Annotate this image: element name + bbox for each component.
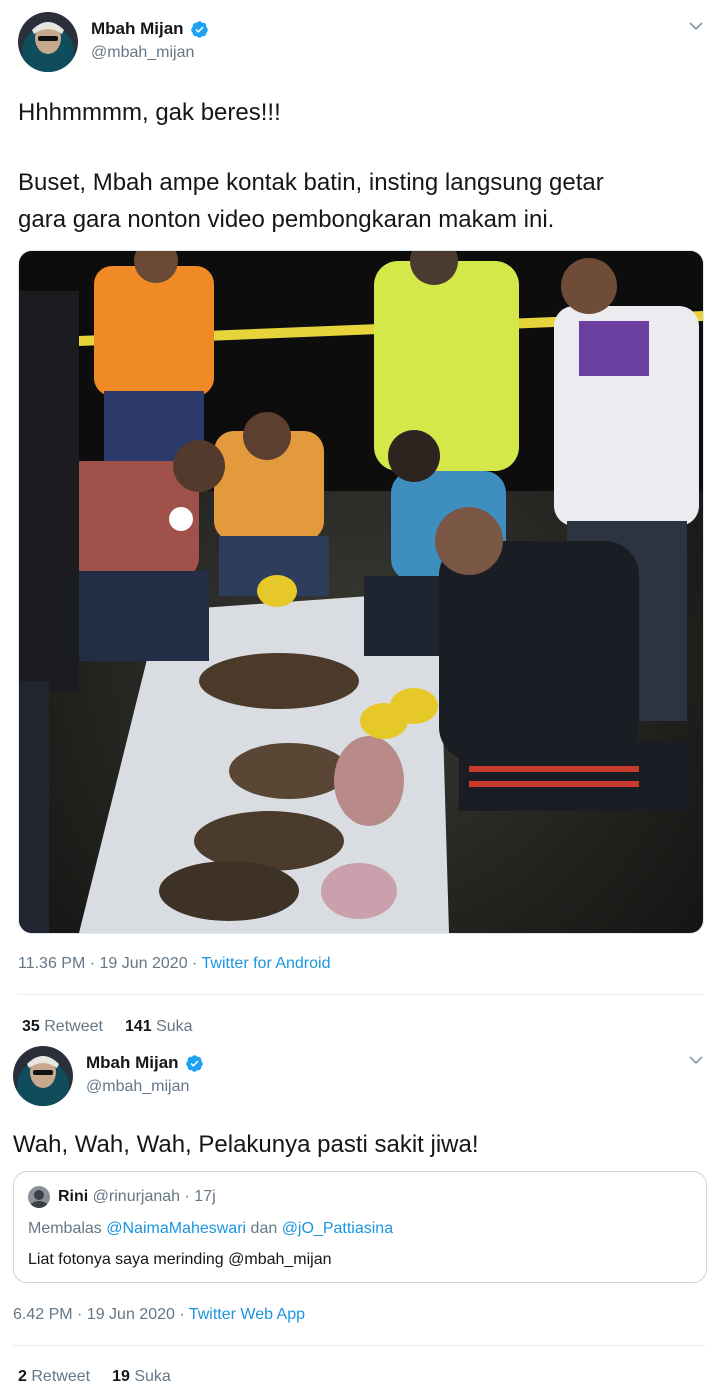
quoted-author: Rini @rinurjanah · 17j	[58, 1188, 216, 1206]
reply-mention-2[interactable]: @jO_Pattiasina	[282, 1220, 393, 1237]
engagement-stats: 35 Retweet 141 Suka	[22, 1018, 193, 1036]
tweet-1: Mbah Mijan @mbah_mijan Hhhmmmm, gak bere…	[0, 0, 720, 1048]
tweet-timestamp: 11.36 PM · 19 Jun 2020 · Twitter for And…	[18, 955, 330, 973]
tweet-text-line-1: Hhhmmmm, gak beres!!!	[18, 99, 281, 126]
verified-badge-icon	[185, 1054, 203, 1072]
tweet-text-line-2: Buset, Mbah ampe kontak batin, insting l…	[18, 169, 604, 196]
verified-badge-icon	[190, 20, 208, 38]
retweet-count[interactable]: 2 Retweet	[18, 1368, 90, 1386]
avatar[interactable]	[13, 1046, 73, 1106]
exhumation-photo-illustration	[19, 251, 703, 933]
like-count[interactable]: 19 Suka	[112, 1368, 171, 1386]
author-name-row: Mbah Mijan	[86, 1053, 204, 1073]
tweet-text: Wah, Wah, Wah, Pelakunya pasti sakit jiw…	[13, 1131, 479, 1158]
divider	[18, 994, 704, 995]
source-link[interactable]: Twitter Web App	[189, 1306, 305, 1323]
quoted-handle-time: @rinurjanah · 17j	[92, 1188, 216, 1205]
handle[interactable]: @mbah_mijan	[86, 1078, 189, 1096]
tweet-2: Mbah Mijan @mbah_mijan Wah, Wah, Wah, Pe…	[0, 1040, 720, 1395]
quoted-name: Rini	[58, 1188, 89, 1205]
display-name[interactable]: Mbah Mijan	[91, 19, 184, 39]
like-count[interactable]: 141 Suka	[125, 1018, 193, 1036]
quoted-text: Liat fotonya saya merinding @mbah_mijan	[28, 1251, 332, 1268]
tweet-text-line-3: gara gara nonton video pembongkaran maka…	[18, 206, 555, 233]
quoted-avatar	[28, 1186, 50, 1208]
handle[interactable]: @mbah_mijan	[91, 44, 194, 62]
quoted-reply-context: Membalas @NaimaMaheswari dan @jO_Pattias…	[28, 1220, 394, 1237]
retweet-count[interactable]: 35 Retweet	[22, 1018, 103, 1036]
tweet-photo[interactable]	[18, 250, 704, 934]
quoted-tweet[interactable]: Rini @rinurjanah · 17j Membalas @NaimaMa…	[13, 1171, 707, 1283]
source-link[interactable]: Twitter for Android	[202, 955, 331, 972]
avatar[interactable]	[18, 12, 78, 72]
tweet-timestamp: 6.42 PM · 19 Jun 2020 · Twitter Web App	[13, 1306, 305, 1324]
reply-mention-1[interactable]: @NaimaMaheswari	[106, 1220, 246, 1237]
timestamp-text[interactable]: 11.36 PM · 19 Jun 2020 ·	[18, 955, 202, 972]
timestamp-text[interactable]: 6.42 PM · 19 Jun 2020 ·	[13, 1306, 189, 1323]
author-name-row: Mbah Mijan	[91, 19, 209, 39]
engagement-stats: 2 Retweet 19 Suka	[18, 1368, 171, 1386]
divider	[13, 1345, 705, 1346]
display-name[interactable]: Mbah Mijan	[86, 1053, 179, 1073]
chevron-down-icon[interactable]	[688, 18, 704, 34]
chevron-down-icon[interactable]	[688, 1052, 704, 1068]
